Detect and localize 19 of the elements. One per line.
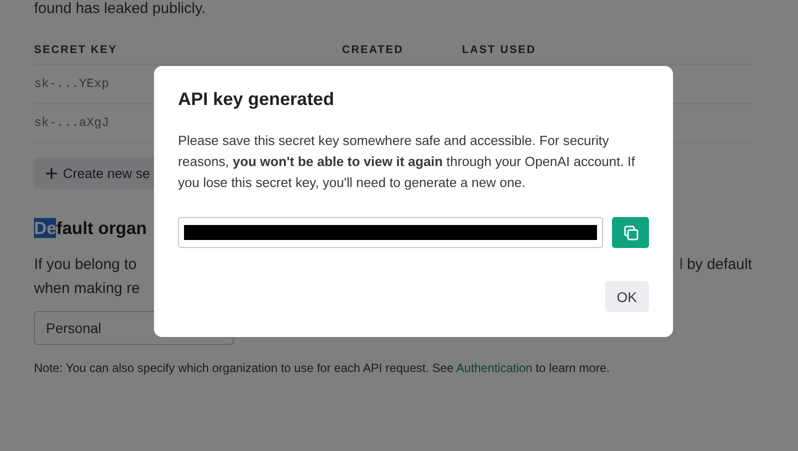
api-key-field[interactable] (178, 217, 604, 248)
authentication-link[interactable]: Authentication (456, 361, 532, 375)
column-header: CREATED (342, 44, 404, 56)
copy-icon (622, 224, 639, 240)
paragraph-text: by default (686, 256, 752, 273)
column-header: LAST USED (462, 44, 538, 56)
column-header: SECRET KEY (34, 44, 118, 56)
modal-title: API key generated (178, 88, 336, 111)
paragraph-text: when making re (34, 279, 140, 299)
secret-key-cell: sk-...YExp (34, 77, 110, 91)
ok-button[interactable]: OK (604, 281, 649, 312)
section-heading: Default organ (34, 217, 147, 240)
note-text: Note: You can also specify which organization to use for each API request. See Authentication to learn more. (34, 361, 611, 375)
plus-icon (46, 168, 57, 178)
paragraph-text: If you belong to (34, 255, 137, 275)
copy-button[interactable] (612, 217, 649, 248)
secret-key-cell: sk-...aXgJ (34, 116, 110, 130)
doc-link[interactable]: l (679, 256, 683, 273)
intro-text: found has leaked publicly. (34, 0, 207, 18)
